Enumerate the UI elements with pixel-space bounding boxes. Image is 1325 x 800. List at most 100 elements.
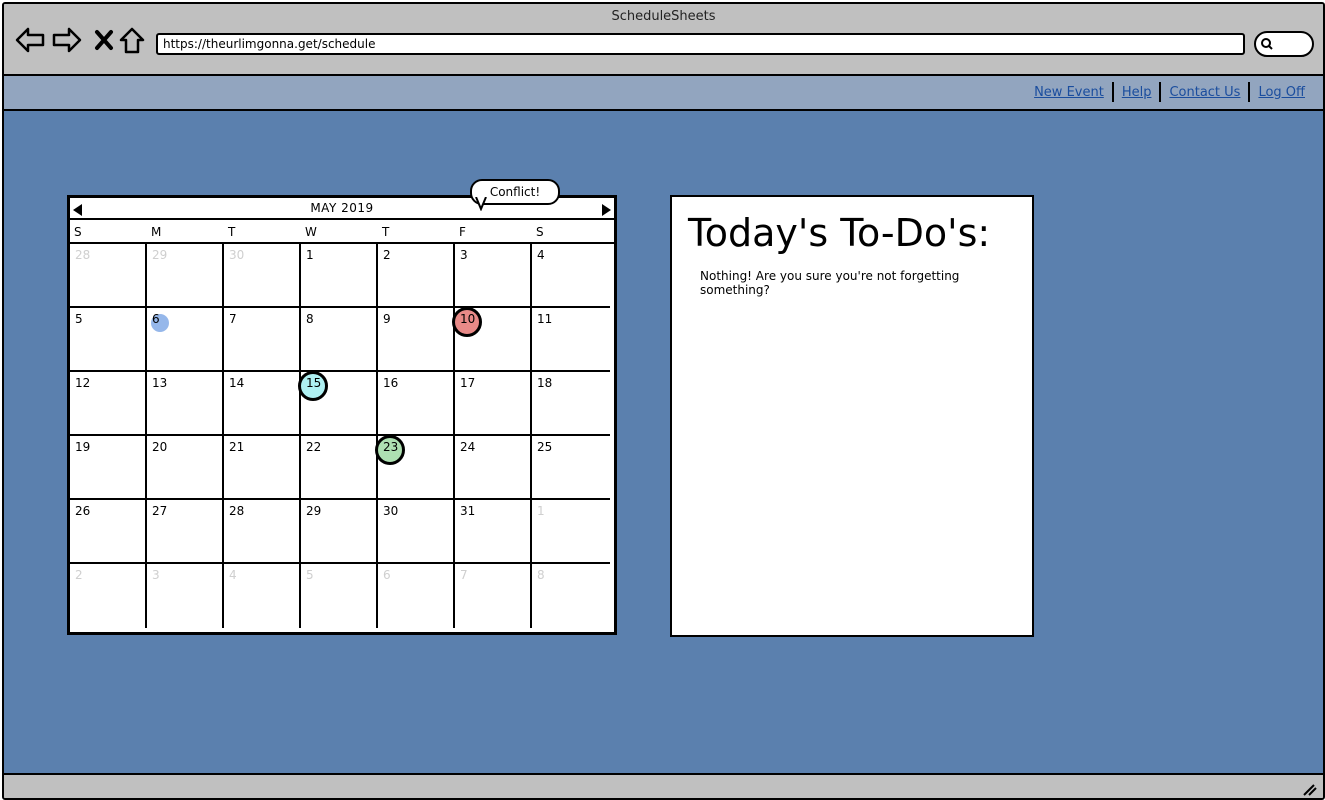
- calendar-day-cell[interactable]: 31: [455, 500, 532, 564]
- day-number: 14: [229, 376, 245, 390]
- contact-us-link[interactable]: Contact Us: [1161, 85, 1248, 100]
- calendar-day-cell[interactable]: 12: [70, 372, 147, 436]
- calendar-day-cell[interactable]: 4: [224, 564, 301, 628]
- calendar-day-cell[interactable]: 25: [532, 436, 610, 500]
- day-number: 8: [306, 312, 314, 326]
- calendar-day-cell[interactable]: 3: [455, 244, 532, 308]
- calendar-day-cell[interactable]: 10: [452, 307, 532, 372]
- day-number: 12: [75, 376, 91, 390]
- day-number: 8: [537, 568, 545, 582]
- browser-search-box[interactable]: [1254, 31, 1314, 57]
- day-number: 2: [75, 568, 83, 582]
- top-navigation: New Event Help Contact Us Log Off: [4, 74, 1323, 111]
- callout-tail-icon: [475, 197, 487, 211]
- calendar-day-cell[interactable]: 5: [301, 564, 378, 628]
- day-number: 18: [537, 376, 553, 390]
- day-number: 13: [152, 376, 168, 390]
- next-month-icon[interactable]: [601, 202, 611, 222]
- weekday-label: W: [305, 225, 317, 239]
- address-bar[interactable]: https://theurlimgonna.get/schedule: [156, 33, 1245, 55]
- day-number: 31: [460, 504, 476, 518]
- calendar-day-cell[interactable]: 14: [224, 372, 301, 436]
- day-number: 25: [537, 440, 553, 454]
- calendar-day-cell[interactable]: 9: [378, 308, 455, 372]
- calendar-day-cell[interactable]: 22: [301, 436, 378, 500]
- calendar-day-cell[interactable]: 2: [70, 564, 147, 628]
- day-number: 20: [152, 440, 168, 454]
- calendar-day-cell[interactable]: 2: [378, 244, 455, 308]
- calendar-day-cell[interactable]: 27: [147, 500, 224, 564]
- help-link[interactable]: Help: [1114, 85, 1160, 100]
- calendar-day-cell[interactable]: 13: [147, 372, 224, 436]
- resize-grip-icon[interactable]: [1301, 782, 1317, 796]
- calendar-day-cell[interactable]: 6: [147, 308, 224, 372]
- back-arrow-icon[interactable]: [14, 24, 46, 56]
- day-number: 3: [460, 248, 468, 262]
- weekday-label: M: [151, 225, 162, 239]
- weekday-label: F: [459, 225, 466, 239]
- calendar-day-cell[interactable]: 1: [301, 244, 378, 308]
- status-bar: [4, 773, 1323, 798]
- day-number: 1: [537, 504, 545, 518]
- calendar-day-grid: 28 29 30 1 2 3 4 5 6 7 8 9 10 11 12 13 14 15 16 17 18 19 20 21 2…: [70, 244, 614, 628]
- day-number: 23: [375, 435, 405, 465]
- log-off-link[interactable]: Log Off: [1250, 85, 1313, 100]
- weekday-header-row: S M T W T F S: [70, 220, 614, 244]
- calendar-day-cell[interactable]: 29: [301, 500, 378, 564]
- day-number: 6: [383, 568, 391, 582]
- weekday-label: S: [74, 225, 82, 239]
- calendar-day-cell[interactable]: 19: [70, 436, 147, 500]
- calendar-day-cell[interactable]: 21: [224, 436, 301, 500]
- calendar-day-cell[interactable]: 30: [378, 500, 455, 564]
- calendar-day-cell[interactable]: 4: [532, 244, 610, 308]
- day-number: 5: [75, 312, 83, 326]
- day-number: 24: [460, 440, 476, 454]
- calendar-day-cell[interactable]: 1: [532, 500, 610, 564]
- day-number: 5: [306, 568, 314, 582]
- home-icon[interactable]: [116, 24, 148, 56]
- search-icon: [1261, 38, 1273, 50]
- todo-panel: Today's To-Do's: Nothing! Are you sure y…: [670, 195, 1034, 637]
- weekday-label: T: [228, 225, 236, 239]
- calendar-day-cell[interactable]: 7: [455, 564, 532, 628]
- day-number: 15: [298, 371, 328, 401]
- day-number: 9: [383, 312, 391, 326]
- day-number: 29: [306, 504, 322, 518]
- todo-title: Today's To-Do's:: [688, 211, 991, 255]
- window-title: ScheduleSheets: [611, 9, 716, 24]
- day-number-text: 6: [152, 312, 160, 326]
- calendar-day-cell[interactable]: 16: [378, 372, 455, 436]
- calendar-day-cell[interactable]: 15: [298, 371, 378, 436]
- calendar-day-cell[interactable]: 28: [224, 500, 301, 564]
- calendar-day-cell[interactable]: 3: [147, 564, 224, 628]
- calendar-day-cell[interactable]: 23: [375, 435, 455, 500]
- day-number: 28: [229, 504, 245, 518]
- calendar-day-cell[interactable]: 8: [532, 564, 610, 628]
- calendar-day-cell[interactable]: 5: [70, 308, 147, 372]
- browser-titlebar: ScheduleSheets https://theurlimgonna.get…: [4, 4, 1323, 74]
- new-event-link[interactable]: New Event: [1026, 85, 1112, 100]
- day-number-text: 15: [306, 376, 322, 390]
- calendar-day-cell[interactable]: 28: [70, 244, 147, 308]
- calendar-day-cell[interactable]: 26: [70, 500, 147, 564]
- calendar-day-cell[interactable]: 11: [532, 308, 610, 372]
- day-number: 21: [229, 440, 245, 454]
- month-calendar: MAY 2019 S M T W T F S 28 29 30 1 2 3 4 5 6 7 8 9 10…: [67, 195, 617, 635]
- forward-arrow-icon[interactable]: [51, 24, 83, 56]
- day-number: 30: [383, 504, 399, 518]
- calendar-day-cell[interactable]: 7: [224, 308, 301, 372]
- calendar-day-cell[interactable]: 29: [147, 244, 224, 308]
- calendar-day-cell[interactable]: 17: [455, 372, 532, 436]
- calendar-day-cell[interactable]: 24: [455, 436, 532, 500]
- calendar-day-cell[interactable]: 18: [532, 372, 610, 436]
- day-number: 30: [229, 248, 245, 262]
- calendar-day-cell[interactable]: 30: [224, 244, 301, 308]
- day-number-text: 23: [383, 440, 399, 454]
- calendar-day-cell[interactable]: 8: [301, 308, 378, 372]
- day-number: 11: [537, 312, 553, 326]
- calendar-day-cell[interactable]: 6: [378, 564, 455, 628]
- calendar-month-label: MAY 2019: [310, 201, 374, 215]
- calendar-day-cell[interactable]: 20: [147, 436, 224, 500]
- prev-month-icon[interactable]: [73, 202, 83, 222]
- weekday-label: S: [536, 225, 544, 239]
